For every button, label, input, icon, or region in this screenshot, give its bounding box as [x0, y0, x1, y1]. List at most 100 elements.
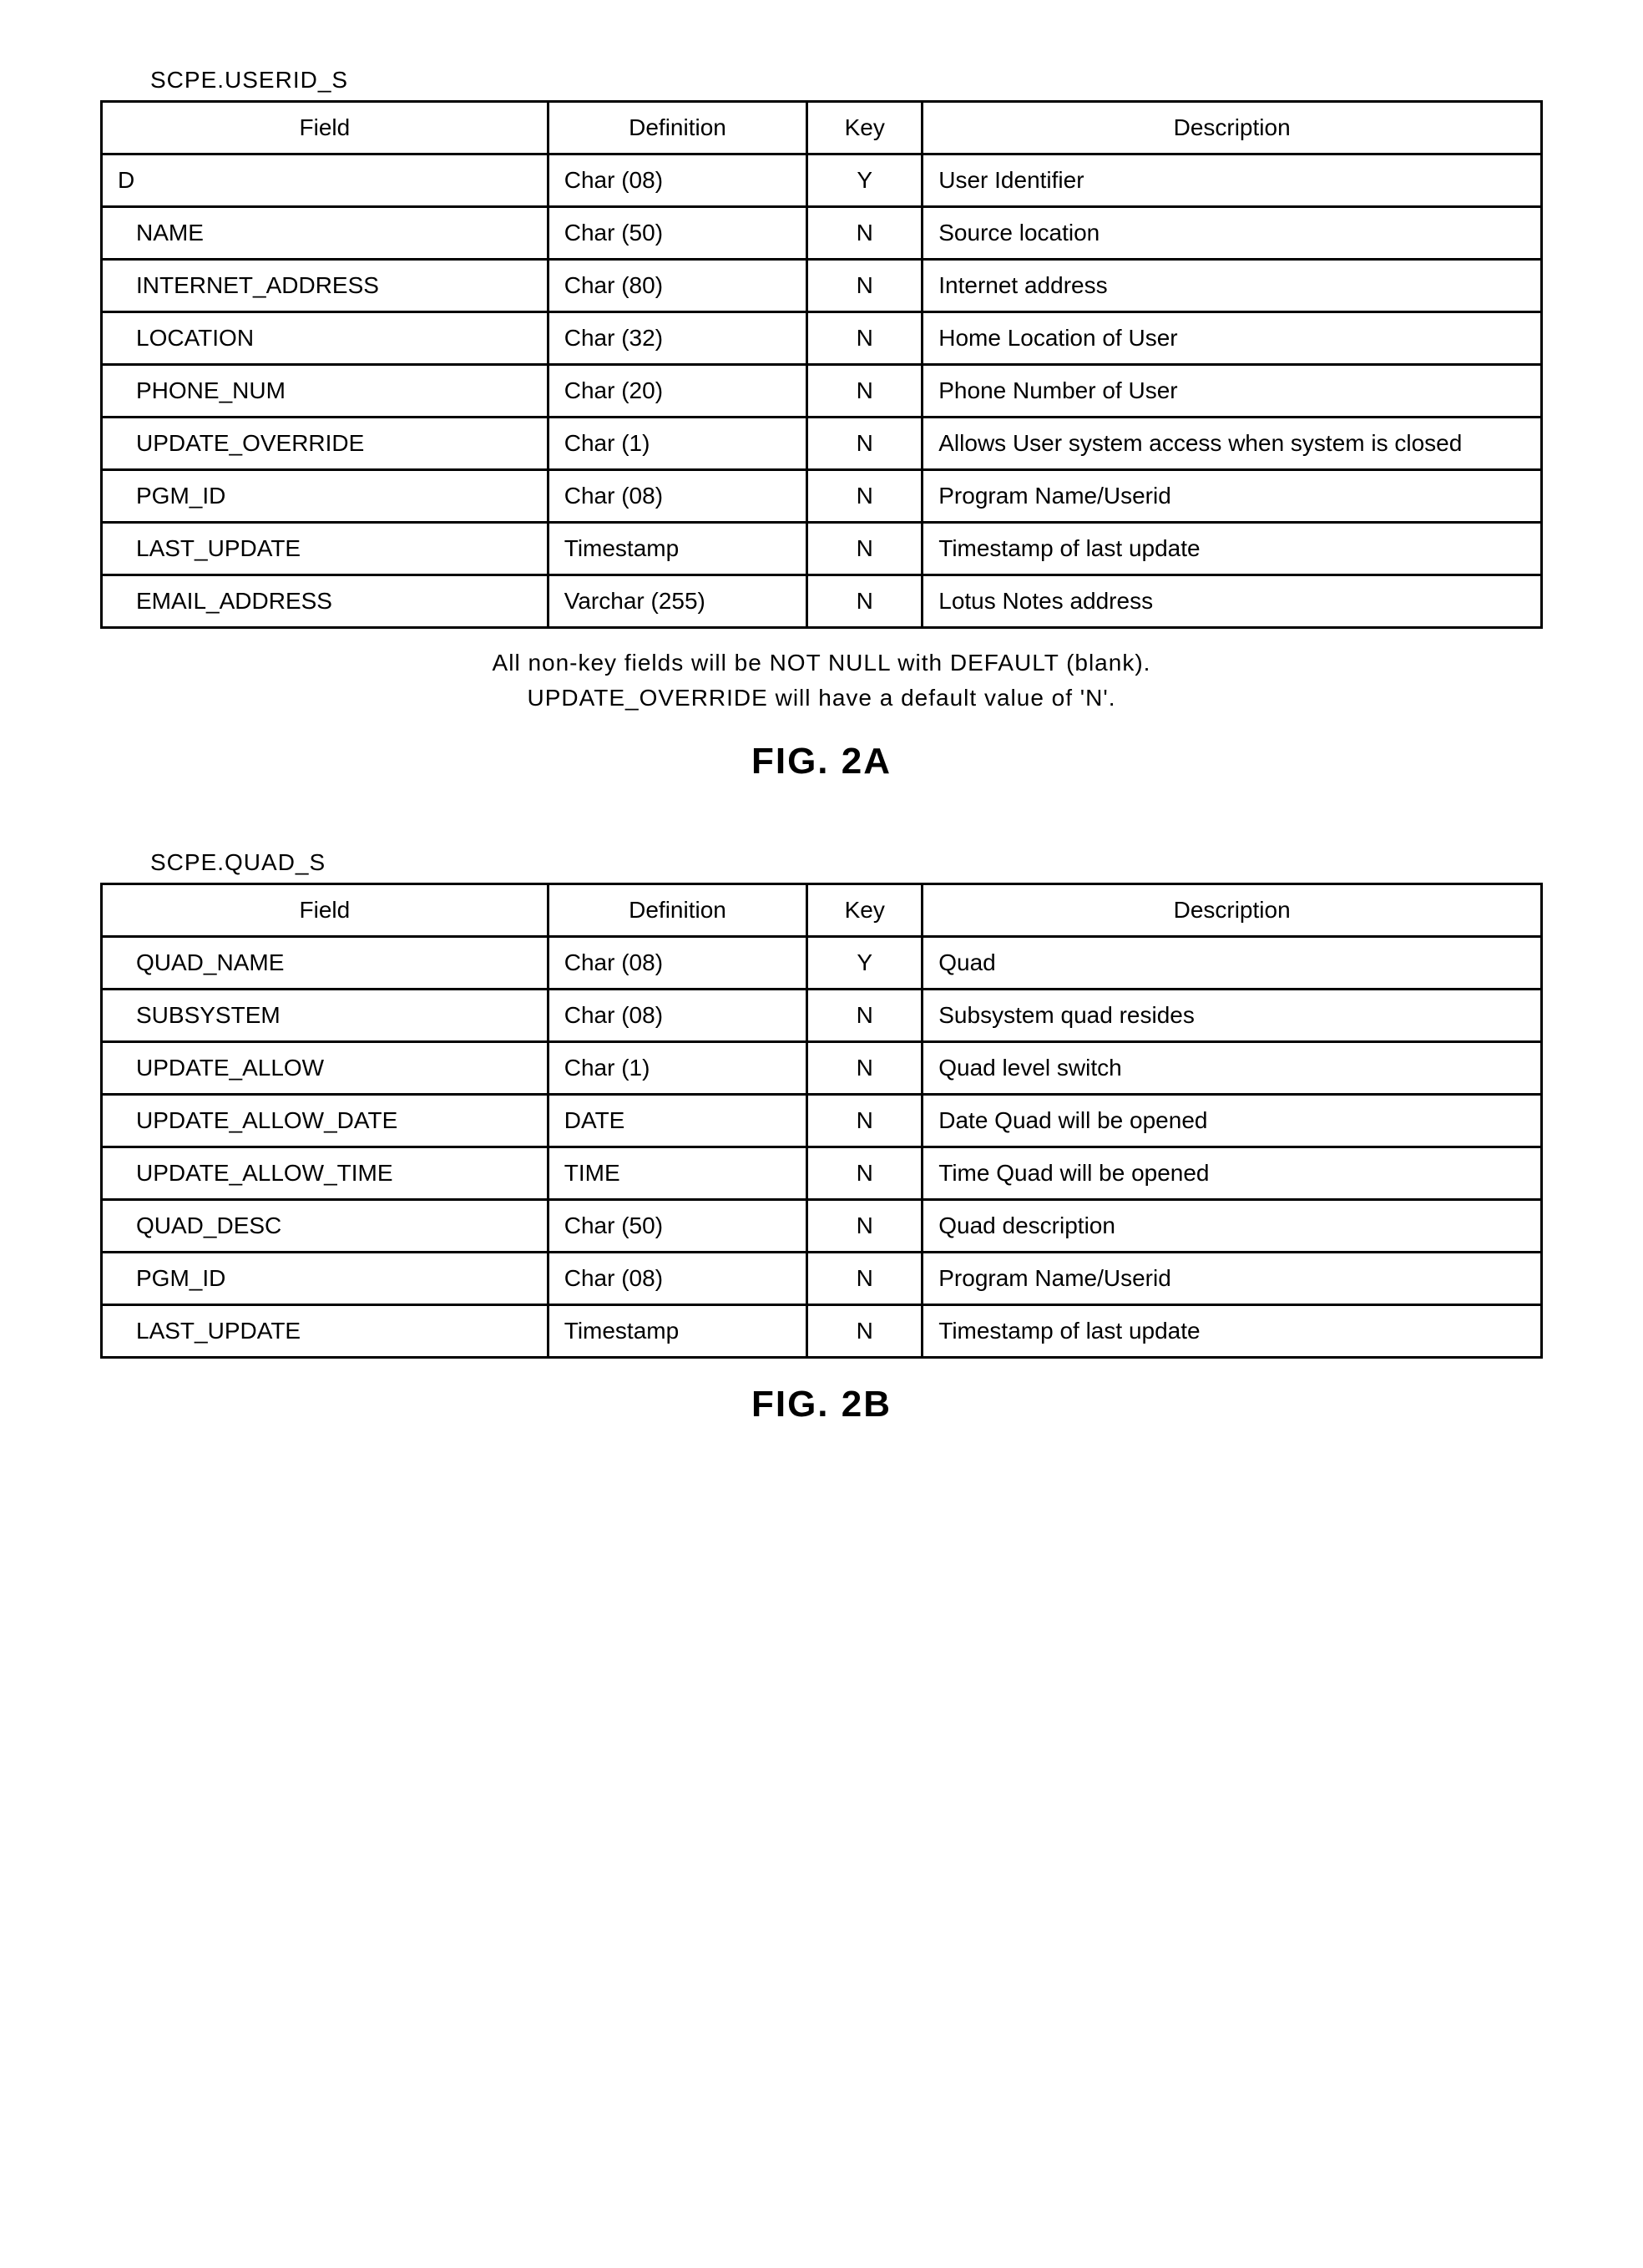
- table-row: SUBSYSTEMChar (08)NSubsystem quad reside…: [102, 990, 1542, 1042]
- cell-definition: Char (80): [548, 260, 807, 312]
- cell-definition: Char (08): [548, 470, 807, 523]
- cell-description: Time Quad will be opened: [923, 1147, 1542, 1200]
- th-key: Key: [807, 884, 923, 937]
- th-key: Key: [807, 102, 923, 154]
- cell-description: Subsystem quad resides: [923, 990, 1542, 1042]
- cell-definition: Varchar (255): [548, 575, 807, 628]
- cell-description: Quad description: [923, 1200, 1542, 1253]
- cell-field: PHONE_NUM: [102, 365, 549, 418]
- footnote-line-2: UPDATE_OVERRIDE will have a default valu…: [528, 685, 1116, 711]
- cell-definition: Char (08): [548, 1253, 807, 1305]
- cell-description: Home Location of User: [923, 312, 1542, 365]
- table-row: PGM_IDChar (08)NProgram Name/Userid: [102, 470, 1542, 523]
- th-description: Description: [923, 102, 1542, 154]
- cell-description: Allows User system access when system is…: [923, 418, 1542, 470]
- cell-key: N: [807, 365, 923, 418]
- cell-description: Quad: [923, 937, 1542, 990]
- table-a: Field Definition Key Description DChar (…: [100, 100, 1543, 629]
- cell-definition: TIME: [548, 1147, 807, 1200]
- th-description: Description: [923, 884, 1542, 937]
- cell-key: N: [807, 1095, 923, 1147]
- cell-description: Program Name/Userid: [923, 470, 1542, 523]
- cell-field: UPDATE_ALLOW_DATE: [102, 1095, 549, 1147]
- th-definition: Definition: [548, 884, 807, 937]
- cell-field: EMAIL_ADDRESS: [102, 575, 549, 628]
- table-row: UPDATE_ALLOW_DATEDATENDate Quad will be …: [102, 1095, 1542, 1147]
- cell-definition: Char (1): [548, 1042, 807, 1095]
- figure-b-label: FIG. 2B: [100, 1384, 1543, 1425]
- cell-field: PGM_ID: [102, 470, 549, 523]
- th-field: Field: [102, 884, 549, 937]
- cell-field: PGM_ID: [102, 1253, 549, 1305]
- cell-key: N: [807, 1305, 923, 1358]
- table-row: UPDATE_ALLOW_TIMETIMENTime Quad will be …: [102, 1147, 1542, 1200]
- cell-key: N: [807, 418, 923, 470]
- table-row: LAST_UPDATETimestampNTimestamp of last u…: [102, 1305, 1542, 1358]
- cell-key: Y: [807, 937, 923, 990]
- cell-description: Internet address: [923, 260, 1542, 312]
- figure-2a-block: SCPE.USERID_S Field Definition Key Descr…: [100, 67, 1543, 782]
- table-row: DChar (08)YUser Identifier: [102, 154, 1542, 207]
- th-field: Field: [102, 102, 549, 154]
- cell-field: UPDATE_OVERRIDE: [102, 418, 549, 470]
- cell-definition: Char (1): [548, 418, 807, 470]
- table-row: PHONE_NUMChar (20)NPhone Number of User: [102, 365, 1542, 418]
- cell-field: LAST_UPDATE: [102, 1305, 549, 1358]
- cell-field: NAME: [102, 207, 549, 260]
- cell-definition: Timestamp: [548, 1305, 807, 1358]
- cell-description: Lotus Notes address: [923, 575, 1542, 628]
- figure-2b-block: SCPE.QUAD_S Field Definition Key Descrip…: [100, 849, 1543, 1425]
- table-a-header-row: Field Definition Key Description: [102, 102, 1542, 154]
- cell-field: QUAD_DESC: [102, 1200, 549, 1253]
- cell-field: INTERNET_ADDRESS: [102, 260, 549, 312]
- cell-key: N: [807, 575, 923, 628]
- cell-field: UPDATE_ALLOW: [102, 1042, 549, 1095]
- cell-description: Date Quad will be opened: [923, 1095, 1542, 1147]
- cell-key: N: [807, 1200, 923, 1253]
- cell-field: UPDATE_ALLOW_TIME: [102, 1147, 549, 1200]
- cell-key: N: [807, 523, 923, 575]
- th-definition: Definition: [548, 102, 807, 154]
- cell-description: Timestamp of last update: [923, 1305, 1542, 1358]
- cell-description: Source location: [923, 207, 1542, 260]
- cell-key: N: [807, 990, 923, 1042]
- cell-description: Timestamp of last update: [923, 523, 1542, 575]
- cell-field: QUAD_NAME: [102, 937, 549, 990]
- table-row: PGM_IDChar (08)NProgram Name/Userid: [102, 1253, 1542, 1305]
- cell-key: N: [807, 1253, 923, 1305]
- table-row: UPDATE_ALLOWChar (1)NQuad level switch: [102, 1042, 1542, 1095]
- cell-definition: Char (50): [548, 207, 807, 260]
- cell-definition: Char (32): [548, 312, 807, 365]
- footnote-line-1: All non-key fields will be NOT NULL with…: [493, 650, 1151, 676]
- cell-key: N: [807, 1147, 923, 1200]
- cell-key: N: [807, 312, 923, 365]
- cell-key: N: [807, 260, 923, 312]
- cell-definition: Char (08): [548, 937, 807, 990]
- figure-a-footnote: All non-key fields will be NOT NULL with…: [100, 645, 1543, 716]
- cell-field: LAST_UPDATE: [102, 523, 549, 575]
- table-a-title: SCPE.USERID_S: [150, 67, 1543, 94]
- table-b: Field Definition Key Description QUAD_NA…: [100, 883, 1543, 1359]
- cell-field: LOCATION: [102, 312, 549, 365]
- table-row: INTERNET_ADDRESSChar (80)NInternet addre…: [102, 260, 1542, 312]
- cell-description: Program Name/Userid: [923, 1253, 1542, 1305]
- cell-key: N: [807, 1042, 923, 1095]
- cell-definition: DATE: [548, 1095, 807, 1147]
- table-b-header-row: Field Definition Key Description: [102, 884, 1542, 937]
- table-row: LAST_UPDATETimestampNTimestamp of last u…: [102, 523, 1542, 575]
- cell-definition: Char (08): [548, 154, 807, 207]
- table-row: NAMEChar (50)NSource location: [102, 207, 1542, 260]
- cell-definition: Char (50): [548, 1200, 807, 1253]
- cell-definition: Timestamp: [548, 523, 807, 575]
- cell-description: Phone Number of User: [923, 365, 1542, 418]
- cell-definition: Char (20): [548, 365, 807, 418]
- cell-key: N: [807, 470, 923, 523]
- table-row: QUAD_DESCChar (50)NQuad description: [102, 1200, 1542, 1253]
- table-b-title: SCPE.QUAD_S: [150, 849, 1543, 876]
- table-row: UPDATE_OVERRIDEChar (1)NAllows User syst…: [102, 418, 1542, 470]
- cell-field: D: [102, 154, 549, 207]
- cell-key: Y: [807, 154, 923, 207]
- table-row: QUAD_NAMEChar (08)YQuad: [102, 937, 1542, 990]
- cell-definition: Char (08): [548, 990, 807, 1042]
- cell-field: SUBSYSTEM: [102, 990, 549, 1042]
